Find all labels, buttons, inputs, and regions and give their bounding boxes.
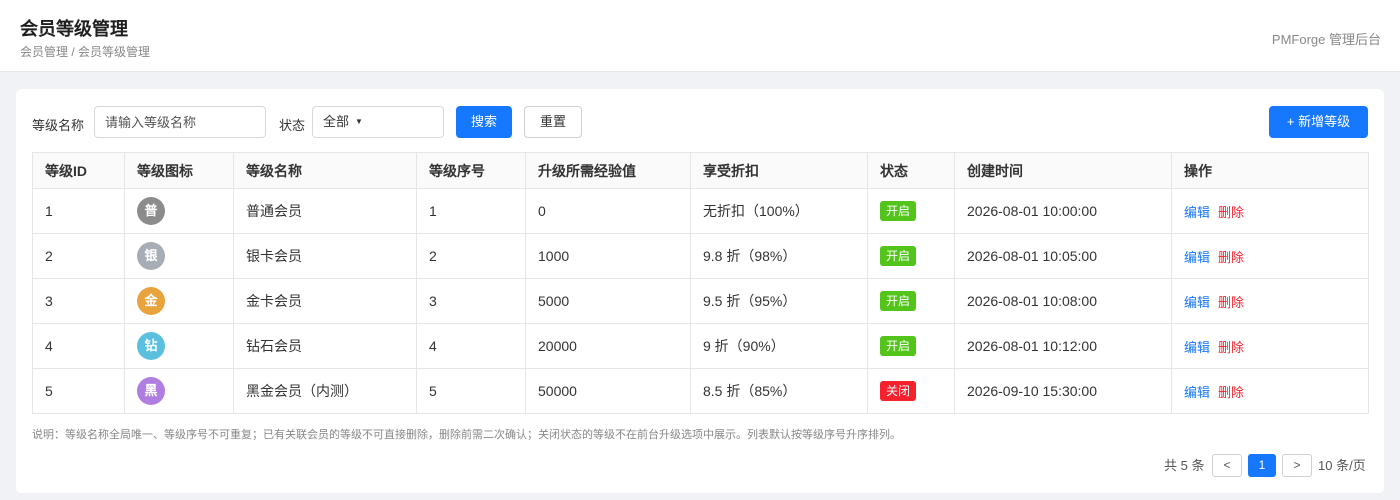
created-time: 2026-08-01 10:12:00 — [954, 323, 1172, 369]
level-id: 1 — [32, 188, 125, 234]
add-level-button[interactable]: + 新增等级 — [1269, 106, 1368, 138]
edit-link[interactable]: 编辑 — [1184, 295, 1210, 310]
created-time: 2026-08-01 10:00:00 — [954, 188, 1172, 234]
top-header: 会员等级管理 会员管理 / 会员等级管理 PMForge 管理后台 — [0, 0, 1400, 72]
level-name: 普通会员 — [233, 188, 417, 234]
required-exp: 5000 — [525, 278, 691, 324]
prev-page-button[interactable]: < — [1212, 454, 1242, 477]
delete-link[interactable]: 删除 — [1218, 250, 1244, 265]
level-avatar-icon: 黑 — [137, 377, 165, 405]
breadcrumb: 会员管理 / 会员等级管理 — [20, 45, 151, 59]
level-order: 3 — [416, 278, 526, 324]
table-row: 4 钻 钻石会员 4 20000 9 折（90%） 开启 2026-08-01 … — [32, 323, 1369, 369]
level-name-input[interactable] — [94, 106, 266, 138]
created-time: 2026-08-01 10:05:00 — [954, 233, 1172, 279]
next-page-button[interactable]: > — [1282, 454, 1312, 477]
level-id: 4 — [32, 323, 125, 369]
edit-link[interactable]: 编辑 — [1184, 385, 1210, 400]
level-id: 5 — [32, 368, 125, 414]
table-row: 5 黑 黑金会员（内测） 5 50000 8.5 折（85%） 关闭 2026-… — [32, 368, 1369, 414]
status-select-value: 全部 — [323, 114, 350, 129]
level-avatar-icon: 金 — [137, 287, 165, 315]
edit-link[interactable]: 编辑 — [1184, 340, 1210, 355]
level-avatar-icon: 钻 — [137, 332, 165, 360]
pagination-total: 共 5 条 — [1164, 458, 1205, 473]
level-id: 3 — [32, 278, 125, 324]
column-header: 操作 — [1171, 152, 1369, 189]
level-order: 4 — [416, 323, 526, 369]
required-exp: 20000 — [525, 323, 691, 369]
status-badge: 关闭 — [880, 381, 917, 401]
brand-label: PMForge 管理后台 — [1271, 32, 1381, 47]
level-name: 银卡会员 — [233, 233, 417, 279]
status-label: 状态 — [279, 118, 306, 133]
delete-link[interactable]: 删除 — [1218, 340, 1244, 355]
column-header: 等级ID — [32, 152, 125, 189]
column-header: 等级名称 — [233, 152, 417, 189]
level-order: 1 — [416, 188, 526, 234]
discount: 9.8 折（98%） — [690, 233, 868, 279]
required-exp: 1000 — [525, 233, 691, 279]
level-name-label: 等级名称 — [32, 118, 85, 133]
status-badge: 开启 — [880, 201, 917, 221]
level-order: 2 — [416, 233, 526, 279]
level-table: 等级ID 等级图标 等级名称 等级序号 升级所需经验值 享受折扣 状态 创建时间… — [32, 152, 1369, 414]
table-note: 说明：等级名称全局唯一、等级序号不可重复；已有关联会员的等级不可直接删除，删除前… — [32, 429, 901, 441]
page-1-button[interactable]: 1 — [1248, 454, 1276, 477]
level-name: 钻石会员 — [233, 323, 417, 369]
status-badge: 开启 — [880, 336, 917, 356]
level-order: 5 — [416, 368, 526, 414]
created-time: 2026-09-10 15:30:00 — [954, 368, 1172, 414]
status-badge: 开启 — [880, 291, 917, 311]
level-avatar-icon: 银 — [137, 242, 165, 270]
level-name: 黑金会员（内测） — [233, 368, 417, 414]
delete-link[interactable]: 删除 — [1218, 295, 1244, 310]
column-header: 等级图标 — [124, 152, 234, 189]
required-exp: 0 — [525, 188, 691, 234]
content-card: 等级名称 状态 全部 ▼ 搜索 重置 + 新增等级 等级ID 等级图标 等级名称 … — [16, 89, 1384, 493]
created-time: 2026-08-01 10:08:00 — [954, 278, 1172, 324]
search-button[interactable]: 搜索 — [456, 106, 512, 138]
table-row: 2 银 银卡会员 2 1000 9.8 折（98%） 开启 2026-08-01… — [32, 233, 1369, 279]
discount: 8.5 折（85%） — [690, 368, 868, 414]
level-name: 金卡会员 — [233, 278, 417, 324]
column-header: 升级所需经验值 — [525, 152, 691, 189]
edit-link[interactable]: 编辑 — [1184, 250, 1210, 265]
reset-button[interactable]: 重置 — [524, 106, 582, 138]
required-exp: 50000 — [525, 368, 691, 414]
column-header: 享受折扣 — [690, 152, 868, 189]
table-header-row: 等级ID 等级图标 等级名称 等级序号 升级所需经验值 享受折扣 状态 创建时间… — [32, 152, 1369, 189]
caret-down-icon: ▼ — [355, 117, 363, 126]
column-header: 创建时间 — [954, 152, 1172, 189]
delete-link[interactable]: 删除 — [1218, 385, 1244, 400]
discount: 9.5 折（95%） — [690, 278, 868, 324]
delete-link[interactable]: 删除 — [1218, 205, 1244, 220]
table-row: 1 普 普通会员 1 0 无折扣（100%） 开启 2026-08-01 10:… — [32, 188, 1369, 234]
status-badge: 开启 — [880, 246, 917, 266]
column-header: 状态 — [867, 152, 955, 189]
page-size-select[interactable]: 10 条/页 — [1318, 454, 1366, 477]
page-title: 会员等级管理 — [20, 19, 128, 39]
level-avatar-icon: 普 — [137, 197, 165, 225]
status-select[interactable]: 全部 ▼ — [312, 106, 444, 138]
table-row: 3 金 金卡会员 3 5000 9.5 折（95%） 开启 2026-08-01… — [32, 278, 1369, 324]
column-header: 等级序号 — [416, 152, 526, 189]
edit-link[interactable]: 编辑 — [1184, 205, 1210, 220]
level-id: 2 — [32, 233, 125, 279]
discount: 无折扣（100%） — [690, 188, 868, 234]
discount: 9 折（90%） — [690, 323, 868, 369]
